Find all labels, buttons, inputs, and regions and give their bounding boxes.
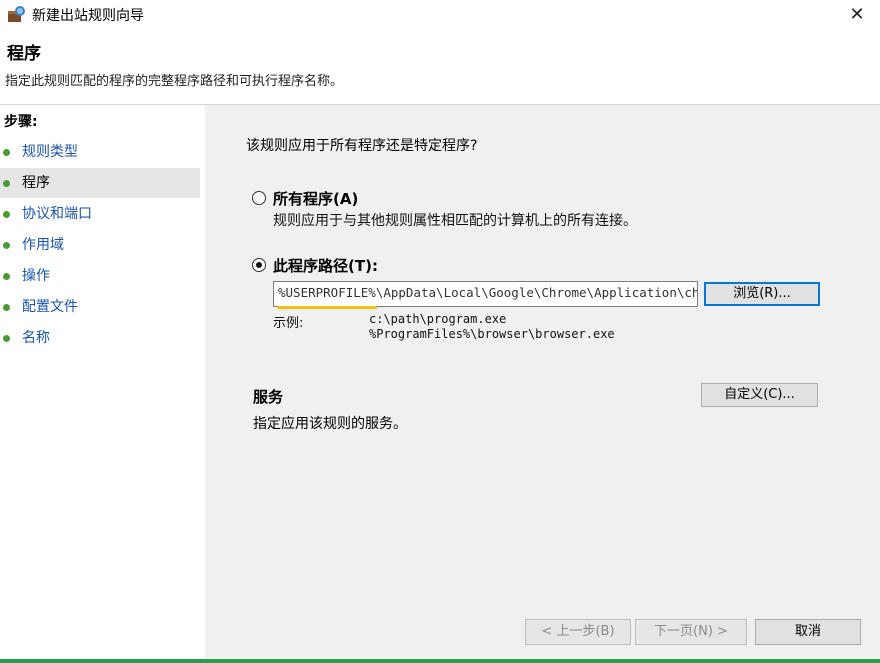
step-bullet-icon xyxy=(3,211,10,218)
close-icon: ✕ xyxy=(849,4,865,25)
sidebar-item-label: 操作 xyxy=(22,268,50,284)
sidebar-item-rule-type[interactable]: 规则类型 xyxy=(0,137,200,167)
example-line-1: c:\path\program.exe xyxy=(369,312,507,326)
next-button[interactable]: 下一页(N) > xyxy=(635,619,747,645)
sidebar-item-label: 作用域 xyxy=(22,237,64,253)
sidebar-item-name[interactable]: 名称 xyxy=(0,323,200,353)
sidebar-item-label: 配置文件 xyxy=(22,299,78,315)
close-button[interactable]: ✕ xyxy=(834,0,880,30)
page-title: 程序 xyxy=(7,44,41,64)
all-programs-radio[interactable] xyxy=(252,191,266,205)
step-bullet-icon xyxy=(3,242,10,249)
program-question: 该规则应用于所有程序还是特定程序? xyxy=(246,138,478,154)
sidebar-item-label: 程序 xyxy=(22,175,50,191)
services-description: 指定应用该规则的服务。 xyxy=(253,416,407,432)
customize-button[interactable]: 自定义(C)... xyxy=(701,383,818,407)
step-bullet-icon xyxy=(3,273,10,280)
example-paths: c:\path\program.exe %ProgramFiles%\brows… xyxy=(369,312,615,342)
step-bullet-icon xyxy=(3,335,10,342)
example-line-2: %ProgramFiles%\browser\browser.exe xyxy=(369,327,615,341)
sidebar-item-label: 名称 xyxy=(22,330,50,346)
program-path-input[interactable]: %USERPROFILE%\AppData\Local\Google\Chrom… xyxy=(273,281,698,307)
sidebar-item-label: 规则类型 xyxy=(22,144,78,160)
steps-label: 步骤: xyxy=(4,114,38,130)
this-program-label[interactable]: 此程序路径(T): xyxy=(273,255,378,276)
window-title: 新建出站规则向导 xyxy=(32,8,144,24)
wizard-header: 程序 指定此规则匹配的程序的完整程序路径和可执行程序名称。 xyxy=(0,30,880,104)
sidebar-item-protocol-ports[interactable]: 协议和端口 xyxy=(0,199,200,229)
sidebar-item-action[interactable]: 操作 xyxy=(0,261,200,291)
browse-button[interactable]: 浏览(R)... xyxy=(704,282,820,306)
step-bullet-icon xyxy=(3,304,10,311)
all-programs-description: 规则应用于与其他规则属性相匹配的计算机上的所有连接。 xyxy=(273,213,637,229)
step-bullet-icon xyxy=(3,180,10,187)
sidebar-item-label: 协议和端口 xyxy=(22,206,92,222)
example-label: 示例: xyxy=(273,316,304,331)
cancel-button[interactable]: 取消 xyxy=(755,619,861,645)
main-panel: 该规则应用于所有程序还是特定程序? 所有程序(A) 规则应用于与其他规则属性相匹… xyxy=(205,105,880,659)
bottom-accent-bar xyxy=(0,659,880,663)
page-description: 指定此规则匹配的程序的完整程序路径和可执行程序名称。 xyxy=(5,74,344,89)
all-programs-label[interactable]: 所有程序(A) xyxy=(273,188,358,209)
services-title: 服务 xyxy=(253,388,284,406)
firewall-app-icon xyxy=(8,6,25,22)
title-bar: 新建出站规则向导 ✕ xyxy=(0,0,880,30)
sidebar-item-program[interactable]: 程序 xyxy=(0,168,200,198)
sidebar-item-scope[interactable]: 作用域 xyxy=(0,230,200,260)
sidebar-item-profile[interactable]: 配置文件 xyxy=(0,292,200,322)
back-button[interactable]: < 上一步(B) xyxy=(525,619,631,645)
path-highlight-underline xyxy=(277,306,377,309)
steps-sidebar: 步骤: 规则类型 程序 协议和端口 作用域 操作 配置文件 名称 xyxy=(0,105,205,659)
this-program-radio[interactable] xyxy=(252,258,266,272)
step-bullet-icon xyxy=(3,149,10,156)
